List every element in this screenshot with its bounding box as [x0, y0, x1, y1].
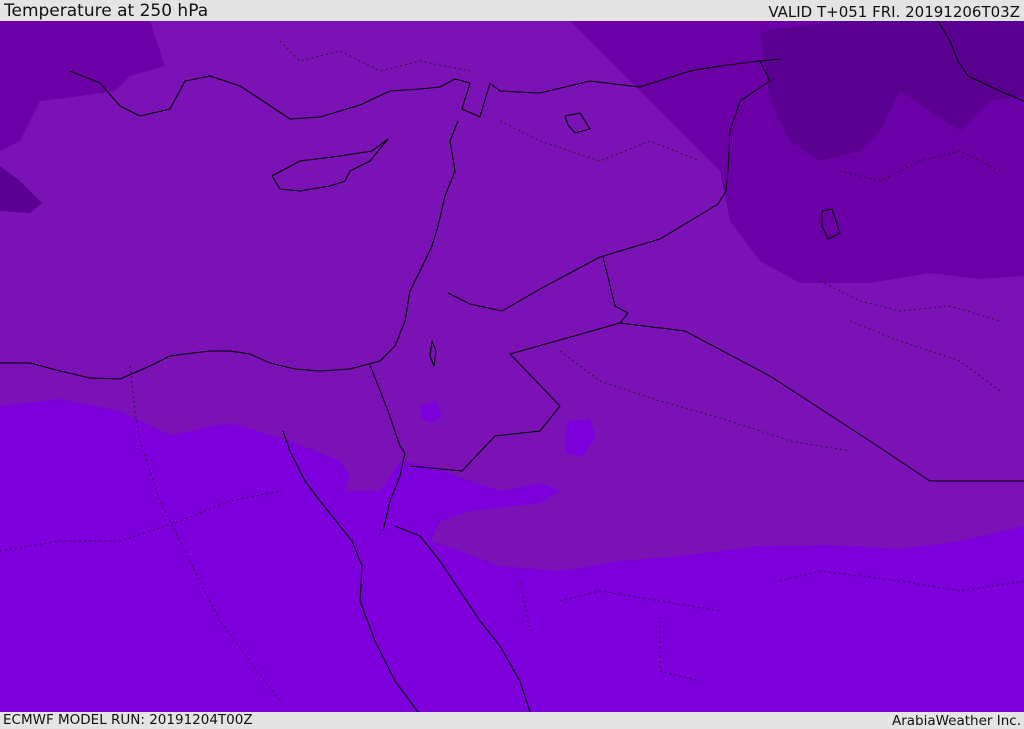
map-footer: ECMWF MODEL RUN: 20191204T00Z ArabiaWeat… — [0, 712, 1024, 729]
map-header: Temperature at 250 hPa VALID T+051 FRI. … — [0, 0, 1024, 21]
credit: ArabiaWeather Inc. — [891, 713, 1021, 729]
map-title: Temperature at 250 hPa — [4, 1, 209, 21]
valid-time: VALID T+051 FRI. 20191206T03Z — [768, 3, 1020, 21]
model-run: ECMWF MODEL RUN: 20191204T00Z — [3, 712, 253, 728]
temperature-map — [0, 21, 1024, 712]
